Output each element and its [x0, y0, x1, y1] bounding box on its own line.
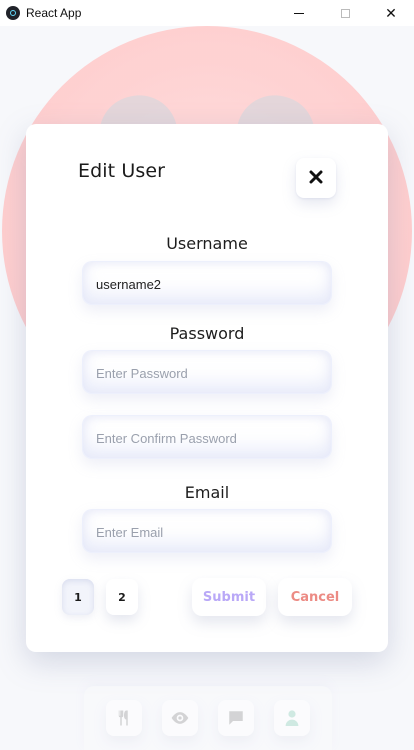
- email-label: Email: [184, 483, 230, 502]
- close-window-button[interactable]: ✕: [368, 0, 414, 26]
- modal-title: Edit User: [78, 160, 166, 182]
- minimize-icon: [294, 12, 304, 14]
- app-window: React App ✕ Edit User Username username2…: [0, 0, 414, 750]
- submit-button[interactable]: Submit: [192, 578, 266, 616]
- page-1-button[interactable]: 1: [62, 579, 94, 615]
- email-field[interactable]: [82, 509, 332, 554]
- maximize-button[interactable]: [322, 0, 368, 26]
- edit-user-modal: Edit User Username Password Email 1 2 Su…: [26, 124, 388, 652]
- window-titlebar: React App ✕: [0, 0, 414, 26]
- username-field[interactable]: [82, 261, 332, 306]
- minimize-button[interactable]: [276, 0, 322, 26]
- close-modal-button[interactable]: [296, 158, 336, 198]
- close-icon: [309, 169, 323, 188]
- close-window-icon: ✕: [385, 4, 397, 21]
- password-field[interactable]: [82, 350, 332, 395]
- username-label: Username: [166, 234, 248, 253]
- confirm-password-field[interactable]: [82, 415, 332, 460]
- react-app-icon: [6, 6, 20, 20]
- cancel-button[interactable]: Cancel: [278, 578, 352, 616]
- window-title: React App: [26, 6, 82, 20]
- window-controls: ✕: [276, 0, 414, 26]
- password-label: Password: [169, 324, 245, 343]
- maximize-icon: [340, 8, 350, 18]
- confirm-password-input[interactable]: [94, 416, 324, 460]
- email-input[interactable]: [94, 510, 324, 554]
- password-input[interactable]: [94, 351, 324, 395]
- page-2-button[interactable]: 2: [106, 579, 138, 615]
- username-input[interactable]: [94, 262, 324, 306]
